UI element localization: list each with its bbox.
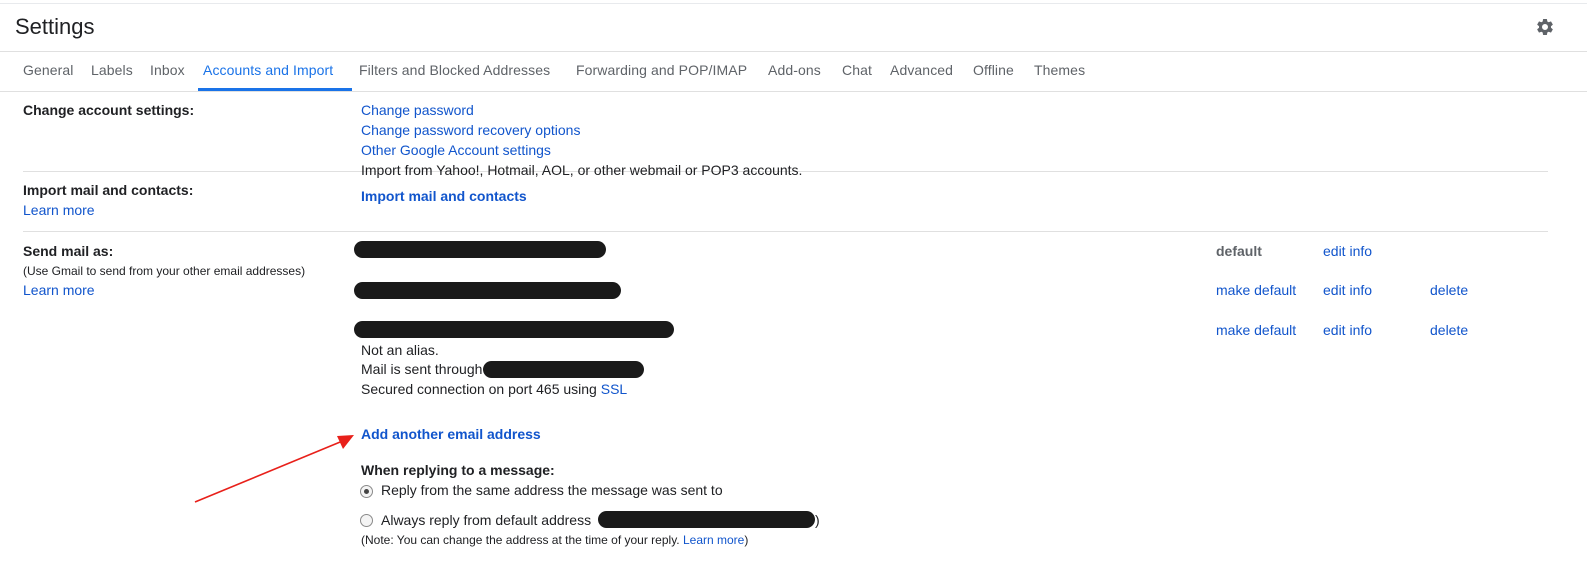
reply-default-address-label: Always reply from default address [381,512,592,528]
tab-accounts-and-import[interactable]: Accounts and Import [203,62,333,78]
top-border [0,3,1587,4]
ssl-link[interactable]: SSL [601,381,627,397]
redacted-email-address [354,241,606,258]
edit-info-link[interactable]: edit info [1323,322,1372,338]
change-account-settings-label: Change account settings: [23,102,195,118]
redacted-email-address [354,282,621,299]
tab-general[interactable]: General [23,62,74,78]
tab-filters-and-blocked-addresses[interactable]: Filters and Blocked Addresses [359,62,550,78]
reply-default-address-radio[interactable] [360,514,373,527]
tabs-divider [0,91,1587,92]
default-status: default [1216,243,1262,259]
tab-add-ons[interactable]: Add-ons [768,62,821,78]
page-title: Settings [15,14,95,39]
edit-info-link[interactable]: edit info [1323,243,1372,259]
reply-same-address-label: Reply from the same address the message … [381,482,723,498]
secured-connection-text: Secured connection on port 465 using SSL [361,381,628,397]
reply-heading: When replying to a message: [361,462,555,478]
gear-icon[interactable] [1535,17,1555,37]
annotation-arrow-icon [194,435,354,503]
header-divider [0,51,1587,52]
reply-note: (Note: You can change the address at the… [361,533,749,547]
tab-labels[interactable]: Labels [91,62,133,78]
send-mail-as-label: Send mail as: [23,243,114,259]
tab-advanced[interactable]: Advanced [890,62,953,78]
not-alias-text: Not an alias. [361,342,439,358]
send-mail-as-sublabel: (Use Gmail to send from your other email… [23,264,306,278]
redacted-email-address [354,321,674,338]
delete-link[interactable]: delete [1430,282,1468,298]
reply-same-address-radio[interactable] [360,485,373,498]
redacted-default-address [598,511,815,528]
reply-default-suffix: ) [815,512,820,528]
mail-sent-through-text: Mail is sent through [361,361,483,377]
make-default-link[interactable]: make default [1216,282,1296,298]
edit-info-link[interactable]: edit info [1323,282,1372,298]
import-mail-label: Import mail and contacts: [23,182,194,198]
redacted-smtp-server [483,361,644,378]
note-learn-more-link[interactable]: Learn more [683,533,744,547]
tab-themes[interactable]: Themes [1034,62,1085,78]
add-another-email-address-link[interactable]: Add another email address [361,426,541,442]
tab-inbox[interactable]: Inbox [150,62,185,78]
make-default-link[interactable]: make default [1216,322,1296,338]
delete-link[interactable]: delete [1430,322,1468,338]
tab-chat[interactable]: Chat [842,62,872,78]
import-description: Import from Yahoo!, Hotmail, AOL, or oth… [361,162,803,178]
section-divider [23,231,1548,232]
change-recovery-options-link[interactable]: Change password recovery options [361,122,580,138]
import-learn-more-link[interactable]: Learn more [23,202,95,218]
other-google-account-settings-link[interactable]: Other Google Account settings [361,142,551,158]
import-mail-and-contacts-link[interactable]: Import mail and contacts [361,188,527,204]
send-as-learn-more-link[interactable]: Learn more [23,282,95,298]
tab-offline[interactable]: Offline [973,62,1014,78]
tab-forwarding-and-pop-imap[interactable]: Forwarding and POP/IMAP [576,62,747,78]
change-password-link[interactable]: Change password [361,102,474,118]
